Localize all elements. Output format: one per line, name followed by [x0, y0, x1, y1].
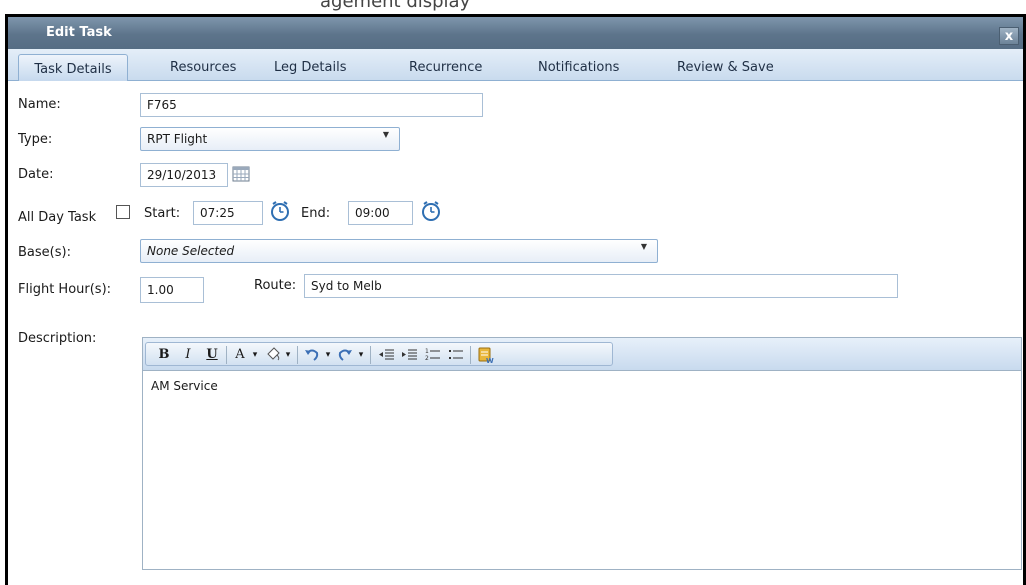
tab-resources[interactable]: Resources	[170, 60, 236, 75]
toolbar-separator	[297, 346, 298, 364]
page-caption-fragment: agement display	[0, 0, 1026, 14]
type-label: Type:	[18, 132, 53, 147]
outdent-icon[interactable]	[378, 346, 396, 364]
all-day-task-label: All Day Task	[18, 210, 97, 225]
clock-icon[interactable]	[269, 200, 291, 222]
highlight-icon[interactable]	[264, 346, 282, 364]
redo-dropdown-icon[interactable]: ▾	[356, 345, 366, 365]
tab-recurrence[interactable]: Recurrence	[409, 60, 482, 75]
type-select[interactable]: RPT Flight ▼	[140, 127, 400, 151]
editor-toolbar: B I U A ▾ ▾ ▾ ▾ 1 2 W	[143, 338, 1021, 371]
flight-hours-input[interactable]: 1.00	[140, 277, 204, 303]
tab-notifications[interactable]: Notifications	[538, 60, 619, 75]
name-label: Name:	[18, 97, 61, 112]
indent-icon[interactable]	[401, 346, 419, 364]
toolbar-separator	[226, 346, 227, 364]
description-text: AM Service	[151, 379, 218, 393]
bases-select[interactable]: None Selected ▼	[140, 239, 658, 263]
end-time-input[interactable]: 09:00	[348, 201, 413, 225]
caption-text: agement display	[320, 0, 471, 12]
tab-review-save[interactable]: Review & Save	[677, 60, 774, 75]
bullet-list-icon[interactable]	[447, 346, 465, 364]
edit-task-dialog: Edit Task x Task Details Resources Leg D…	[5, 14, 1026, 585]
clock-icon[interactable]	[420, 200, 442, 222]
svg-text:W: W	[486, 357, 494, 365]
editor-toolbar-strip: B I U A ▾ ▾ ▾ ▾ 1 2 W	[145, 342, 613, 366]
svg-text:2: 2	[425, 355, 429, 362]
route-label: Route:	[254, 278, 297, 293]
numbered-list-icon[interactable]: 1 2	[424, 346, 442, 364]
bases-label: Base(s):	[18, 245, 71, 260]
name-input[interactable]: F765	[140, 93, 483, 117]
dialog-title: Edit Task	[46, 25, 112, 40]
flight-hours-label: Flight Hour(s):	[18, 282, 112, 297]
chevron-down-icon: ▼	[382, 130, 389, 139]
dialog-titlebar: Edit Task x	[8, 17, 1023, 49]
toolbar-separator	[470, 346, 471, 364]
undo-dropdown-icon[interactable]: ▾	[323, 345, 333, 365]
description-label: Description:	[18, 331, 97, 346]
tab-bar: Task Details Resources Leg Details Recur…	[8, 49, 1023, 81]
start-time-input[interactable]: 07:25	[193, 201, 263, 225]
spellcheck-icon[interactable]: W	[476, 345, 496, 365]
end-label: End:	[301, 206, 331, 221]
chevron-down-icon: ▼	[640, 242, 647, 251]
description-textarea[interactable]: AM Service	[143, 371, 1021, 569]
italic-icon[interactable]: I	[180, 345, 196, 365]
tab-leg-details[interactable]: Leg Details	[274, 60, 346, 75]
close-button[interactable]: x	[999, 27, 1019, 45]
all-day-task-checkbox[interactable]	[116, 205, 130, 219]
redo-icon[interactable]	[336, 346, 354, 364]
type-select-value: RPT Flight	[147, 132, 208, 146]
description-editor: B I U A ▾ ▾ ▾ ▾ 1 2 W AM Service	[142, 337, 1022, 570]
svg-text:1: 1	[425, 348, 429, 355]
bold-icon[interactable]: B	[156, 345, 172, 365]
font-color-icon[interactable]: A	[232, 345, 248, 365]
undo-icon[interactable]	[303, 346, 321, 364]
date-label: Date:	[18, 167, 54, 182]
highlight-dropdown-icon[interactable]: ▾	[283, 345, 293, 365]
bases-select-value: None Selected	[147, 244, 235, 258]
date-input[interactable]: 29/10/2013	[140, 163, 228, 187]
start-label: Start:	[144, 206, 181, 221]
route-input[interactable]: Syd to Melb	[304, 274, 898, 298]
calendar-icon[interactable]	[232, 166, 250, 182]
tab-task-details[interactable]: Task Details	[18, 54, 128, 81]
font-color-dropdown-icon[interactable]: ▾	[250, 345, 260, 365]
underline-icon[interactable]: U	[204, 345, 220, 365]
toolbar-separator	[370, 346, 371, 364]
